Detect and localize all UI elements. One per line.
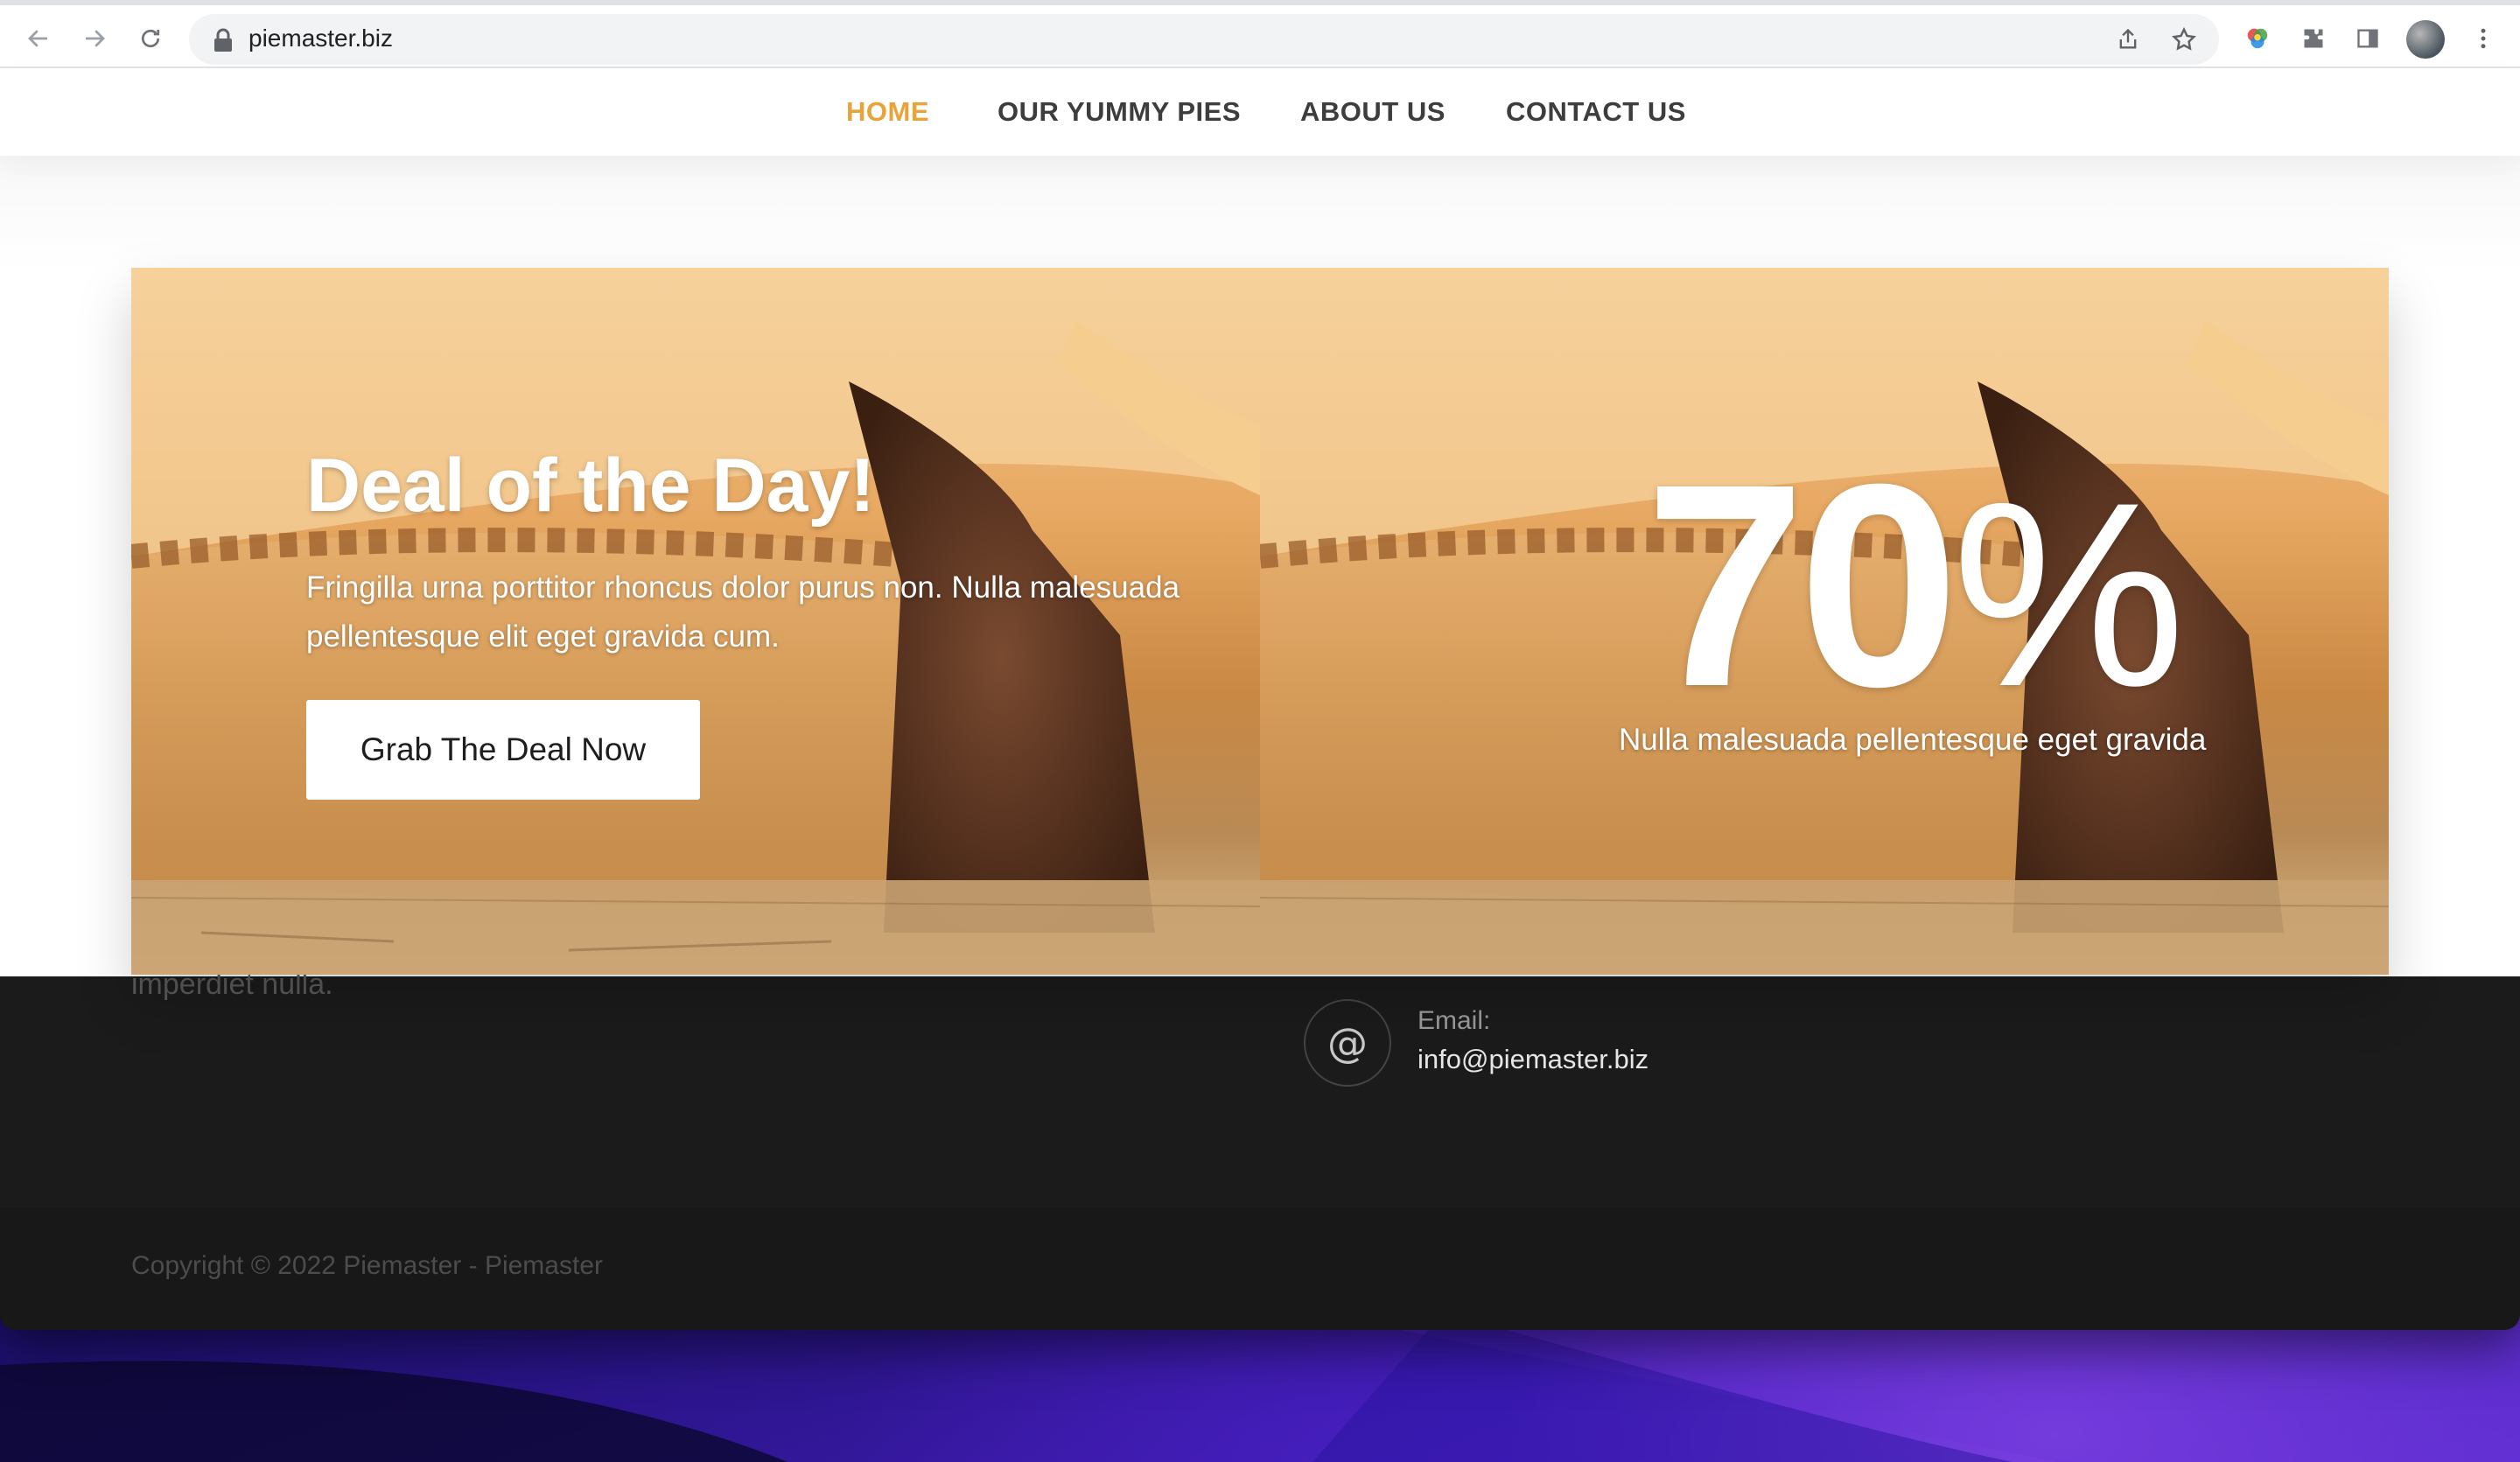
footer-bottom: Copyright © 2022 Piemaster - Piemaster	[0, 1207, 2520, 1330]
discount-subtitle: Nulla malesuada pellentesque eget gravid…	[1619, 723, 2207, 757]
at-sign-icon: @	[1304, 999, 1391, 1087]
browser-window: piemaster.biz HOME OUR YUMMY PIES ABOUT …	[0, 0, 2520, 1330]
footer-main	[0, 976, 2520, 1207]
wallpaper-waves	[0, 1312, 2520, 1462]
puzzle-icon[interactable]	[2296, 21, 2331, 56]
browser-toolbar: piemaster.biz	[0, 0, 2520, 68]
reload-icon[interactable]	[133, 21, 168, 56]
arrow-right-icon[interactable]	[77, 21, 112, 56]
side-panel-icon[interactable]	[2350, 21, 2385, 56]
hero-banner: Deal of the Day! Fringilla urna porttito…	[131, 268, 2389, 975]
email-label: Email:	[1418, 1006, 1491, 1035]
avatar[interactable]	[2406, 20, 2445, 59]
address-bar[interactable]: piemaster.biz	[189, 14, 2219, 65]
url-text: piemaster.biz	[248, 24, 393, 52]
nav-our-yummy-pies[interactable]: OUR YUMMY PIES	[998, 96, 1241, 128]
deal-panel: Deal of the Day! Fringilla urna porttito…	[131, 268, 1260, 975]
nav-contact-us[interactable]: CONTACT US	[1506, 96, 1686, 128]
arrow-left-icon[interactable]	[21, 21, 56, 56]
email-link[interactable]: info@piemaster.biz	[1418, 1044, 1648, 1075]
star-icon[interactable]	[2166, 22, 2202, 57]
copyright-text: Copyright © 2022 Piemaster - Piemaster	[131, 1251, 603, 1280]
kebab-menu-icon[interactable]	[2466, 21, 2501, 56]
lock-icon	[214, 28, 232, 52]
deal-description: Fringilla urna porttitor rhoncus dolor p…	[306, 570, 1180, 654]
deal-title: Deal of the Day!	[306, 444, 875, 528]
discount-panel: 70% Nulla malesuada pellentesque eget gr…	[1260, 268, 2389, 975]
discount-subtitle-wrap: Nulla malesuada pellentesque eget gravid…	[1260, 268, 2389, 975]
grab-deal-button[interactable]: Grab The Deal Now	[306, 700, 700, 800]
nav-about-us[interactable]: ABOUT US	[1300, 96, 1446, 128]
site-navigation: HOME OUR YUMMY PIES ABOUT US CONTACT US	[0, 68, 2520, 156]
color-wheel-icon[interactable]	[2240, 21, 2275, 56]
share-icon[interactable]	[2110, 22, 2146, 57]
nav-home[interactable]: HOME	[846, 96, 929, 128]
